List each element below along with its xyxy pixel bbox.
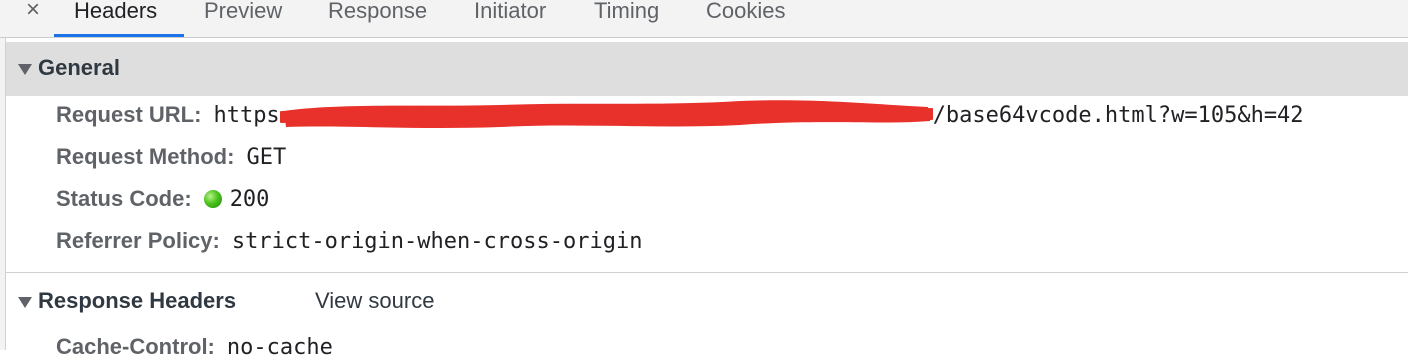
active-tab-indicator	[54, 34, 184, 37]
view-source-link[interactable]: View source	[315, 288, 434, 314]
request-method-row: Request Method: GET	[56, 142, 286, 172]
tab-timing[interactable]: Timing	[594, 0, 659, 26]
devtools-tab-bar: × Headers Preview Response Initiator Tim…	[0, 0, 1408, 38]
close-icon[interactable]: ×	[21, 0, 45, 24]
request-url-prefix: https	[213, 103, 280, 128]
tab-headers[interactable]: Headers	[74, 0, 157, 26]
response-headers-title: Response Headers	[38, 288, 237, 313]
collapse-triangle-icon[interactable]	[18, 64, 32, 75]
referrer-policy-value: strict-origin-when-cross-origin	[231, 229, 643, 254]
status-code-label: Status Code:	[56, 186, 192, 211]
referrer-policy-label: Referrer Policy:	[56, 228, 220, 253]
status-code-value: 200	[229, 187, 270, 212]
request-url-label: Request URL:	[56, 102, 202, 127]
request-url-row: Request URL: https /base64vcode.html?w=10…	[56, 100, 1304, 130]
status-code-row: Status Code: 200	[56, 184, 269, 214]
cache-control-label: Cache-Control:	[56, 334, 215, 359]
cache-control-row: Cache-Control: no-cache	[56, 332, 333, 362]
response-headers-section-header[interactable]: Response Headers View source	[6, 272, 1408, 326]
status-ok-icon	[203, 190, 222, 208]
general-section-title: General	[38, 55, 120, 80]
tab-initiator[interactable]: Initiator	[474, 0, 546, 26]
general-section-header[interactable]: General	[6, 42, 1408, 96]
collapse-triangle-icon[interactable]	[18, 297, 32, 308]
referrer-policy-row: Referrer Policy: strict-origin-when-cross…	[56, 226, 642, 256]
redaction-mark	[279, 100, 933, 129]
request-method-value: GET	[246, 145, 287, 170]
tab-preview[interactable]: Preview	[204, 0, 282, 26]
tab-response[interactable]: Response	[328, 0, 427, 26]
request-method-label: Request Method:	[56, 144, 235, 169]
tab-cookies[interactable]: Cookies	[706, 0, 785, 26]
request-url-suffix: /base64vcode.html?w=105&h=42	[932, 103, 1304, 128]
cache-control-value: no-cache	[226, 335, 333, 360]
